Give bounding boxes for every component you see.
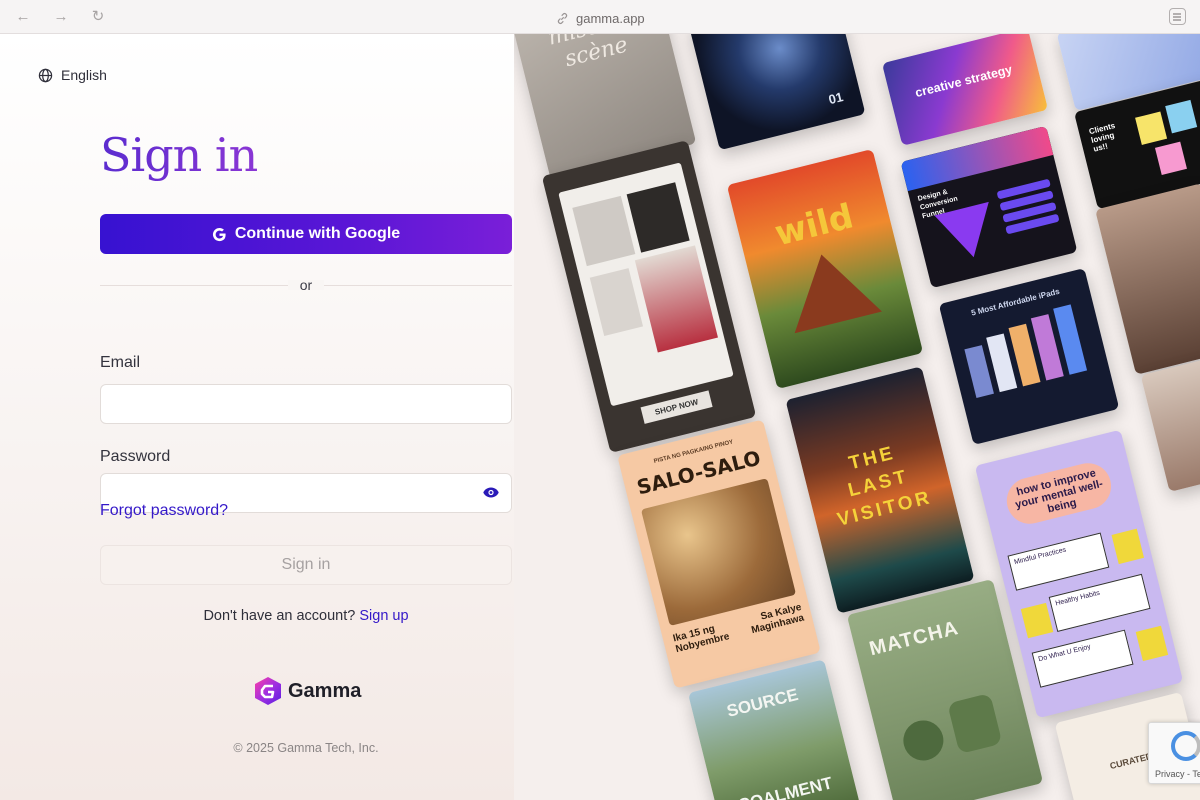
forgot-password-link[interactable]: Forgot password? — [100, 502, 228, 520]
gallery-card-creative-strategy: creative strategy — [881, 34, 1049, 146]
back-arrow-icon[interactable]: ← — [14, 8, 32, 26]
recaptcha-badge[interactable]: Privacy - Te — [1148, 722, 1200, 784]
reload-icon[interactable]: ↻ — [89, 8, 107, 26]
browser-toolbar: ← → ↻ gamma.app — [0, 0, 1200, 34]
gamma-logo: Gamma — [254, 676, 361, 706]
gallery-card-funnel: Design & Conversion Funnel — [900, 125, 1078, 289]
password-label: Password — [100, 448, 171, 465]
card-title: MATCHA — [867, 616, 961, 661]
divider-text: or — [299, 277, 313, 293]
language-selector[interactable]: English — [38, 67, 107, 83]
forward-arrow-icon[interactable]: → — [52, 8, 70, 26]
signup-prompt: Don't have an account? Sign up — [100, 608, 512, 624]
language-label: English — [61, 67, 107, 83]
card-date: Ika 15 ng Nobyembre — [671, 623, 731, 656]
address-bar[interactable]: gamma.app — [556, 9, 645, 27]
reader-view-icon[interactable] — [1169, 8, 1186, 25]
gallery-card-wild: wild — [726, 148, 924, 390]
sign-up-link[interactable]: Sign up — [359, 608, 408, 624]
recaptcha-text: Privacy - Te — [1155, 769, 1200, 779]
page-title: Sign in — [100, 128, 258, 182]
card-title: mise en scène — [545, 34, 635, 73]
gallery-card-last-visitor: THE LAST VISITOR — [785, 366, 975, 614]
email-field[interactable] — [100, 384, 512, 424]
gamma-logo-icon — [255, 677, 281, 705]
continue-with-google-button[interactable]: Continue with Google — [100, 214, 512, 254]
eye-icon[interactable] — [483, 487, 499, 498]
copyright-text: © 2025 Gamma Tech, Inc. — [233, 741, 379, 755]
link-icon — [557, 12, 568, 24]
url-text: gamma.app — [576, 10, 645, 26]
brand-name: Gamma — [288, 679, 362, 702]
card-subtitle: COALMENT — [736, 773, 835, 800]
no-account-text: Don't have an account? — [203, 608, 356, 624]
gallery-card-source: SOURCE COALMENT — [687, 659, 861, 800]
card-item: Mindful Practices — [1007, 532, 1110, 591]
gallery-card-side — [1140, 356, 1200, 492]
sign-in-button[interactable]: Sign in — [100, 545, 512, 585]
card-title: SOURCE — [724, 684, 801, 721]
gallery-card-ipads: 5 Most Affordable iPads — [938, 268, 1120, 445]
card-item: Healthy Habits — [1048, 573, 1151, 632]
google-icon — [212, 227, 226, 241]
gallery-card-salo-salo: PISTA NG PAGKAING PINOY SALO-SALO Ika 15… — [617, 419, 821, 689]
card-location: Sa Kalye Maginhawa — [750, 601, 806, 637]
template-gallery: mise en scène SHOP NOW PISTA NG PAGKAING… — [514, 34, 1200, 800]
email-label: Email — [100, 354, 141, 371]
globe-icon — [38, 68, 53, 82]
gallery-card-portrait — [1095, 183, 1200, 375]
google-button-label: Continue with Google — [234, 225, 401, 242]
card-title: THE LAST VISITOR — [835, 442, 935, 531]
card-title: wild — [770, 196, 858, 255]
gallery-card-planet: 01 — [688, 34, 866, 151]
card-number: 01 — [826, 89, 845, 108]
recaptcha-icon — [1171, 731, 1200, 761]
card-item: Do What U Enjoy — [1031, 629, 1134, 688]
gallery-card-shop: SHOP NOW — [541, 140, 757, 453]
card-title: Clients loving us!! — [1088, 121, 1117, 154]
card-title: creative strategy — [913, 62, 1014, 100]
